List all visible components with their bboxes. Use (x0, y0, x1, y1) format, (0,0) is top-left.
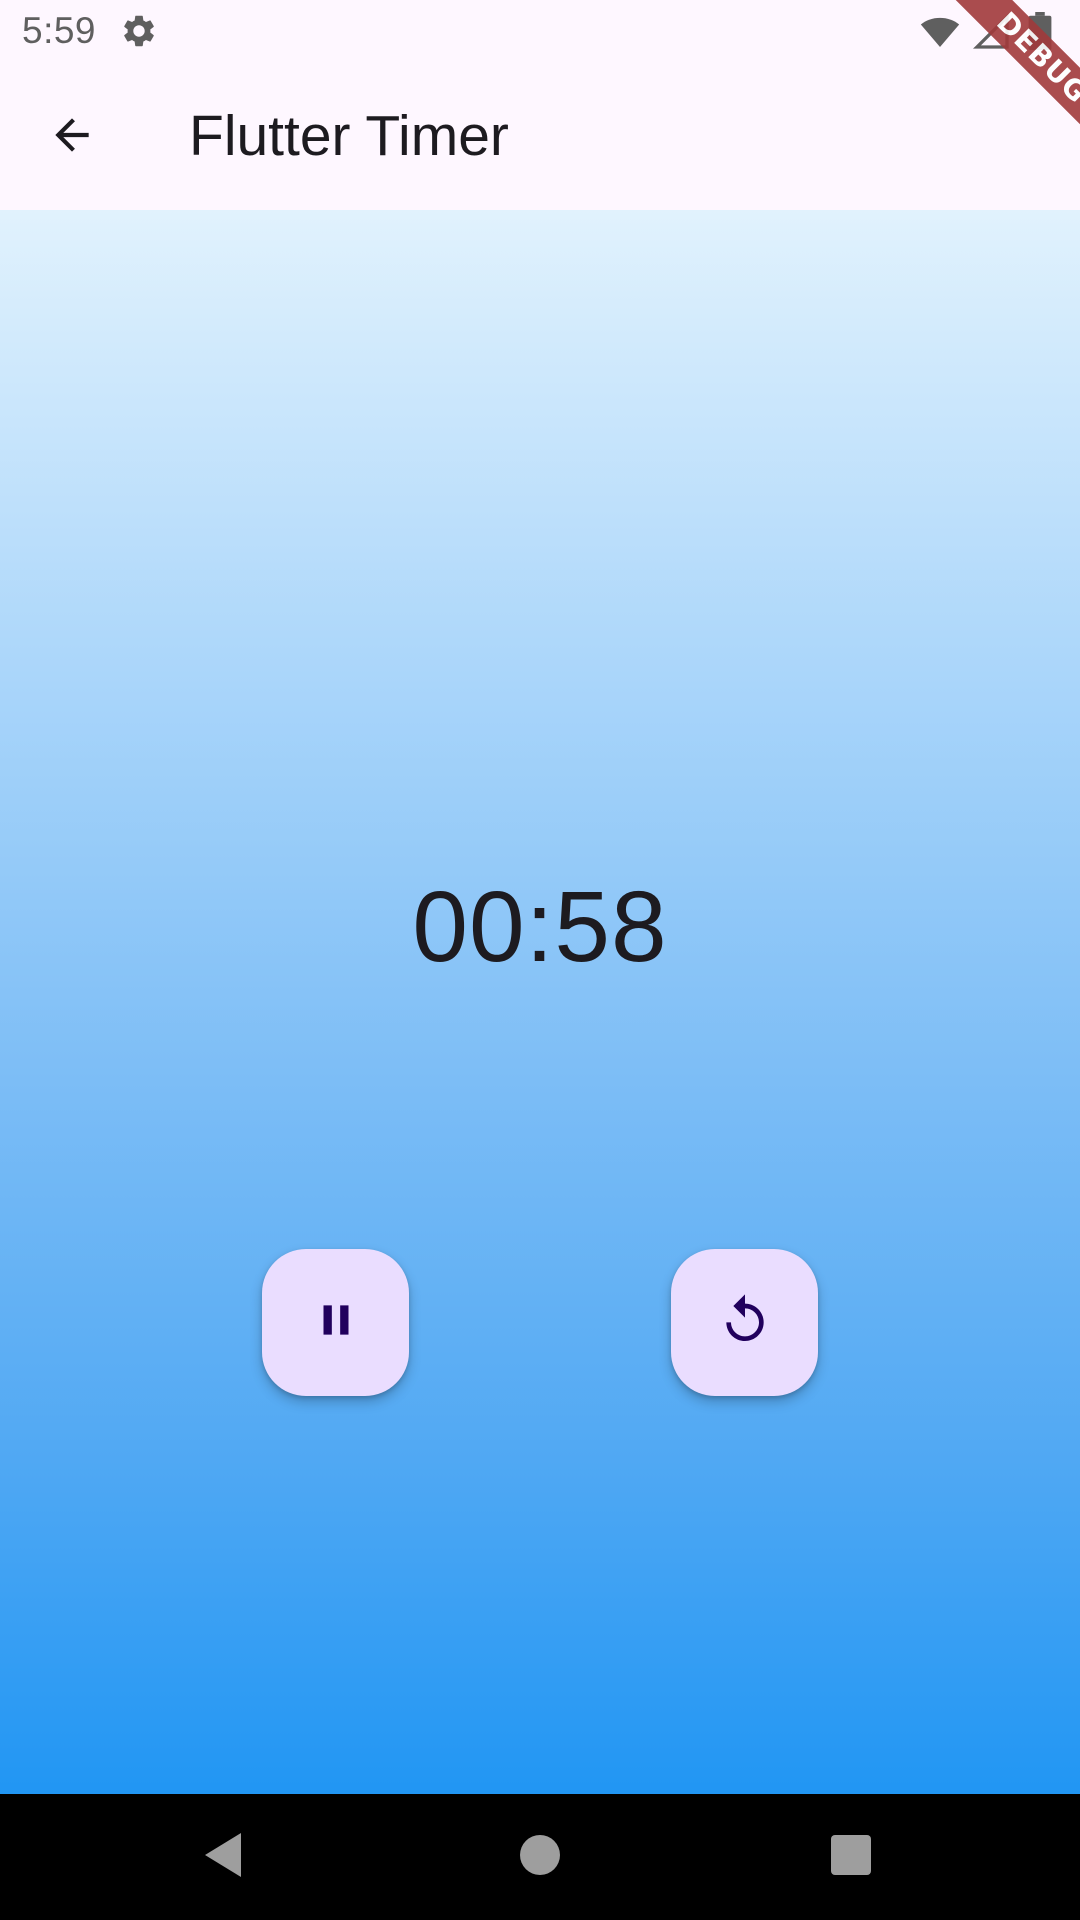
timer-display: 00:58 (412, 871, 668, 983)
status-time: 5:59 (22, 10, 97, 51)
settings-icon (120, 12, 158, 50)
pause-icon (311, 1295, 361, 1350)
page-title: Flutter Timer (189, 104, 509, 168)
nav-recents-icon (831, 1834, 871, 1880)
nav-home-button[interactable] (507, 1824, 573, 1890)
replay-icon (717, 1292, 773, 1353)
reset-button[interactable] (671, 1249, 818, 1396)
wifi-icon (918, 12, 962, 57)
nav-home-icon (520, 1834, 560, 1880)
nav-recents-button[interactable] (818, 1824, 884, 1890)
status-bar: 5:59 (0, 0, 1080, 63)
back-button[interactable] (34, 99, 110, 175)
cellular-icon (972, 12, 1012, 57)
nav-back-icon (201, 1831, 245, 1884)
app-bar: Flutter Timer (0, 63, 1080, 210)
timer-background: 00:58 (0, 210, 1080, 1794)
nav-back-button[interactable] (190, 1824, 256, 1890)
pause-button[interactable] (262, 1249, 409, 1396)
system-nav-bar (0, 1794, 1080, 1920)
arrow-back-icon (47, 110, 97, 165)
screen: 5:59 Flutter Timer 00:58 DEBUG (0, 0, 1080, 1920)
battery-icon (1028, 12, 1052, 55)
status-icons (880, 0, 1080, 63)
